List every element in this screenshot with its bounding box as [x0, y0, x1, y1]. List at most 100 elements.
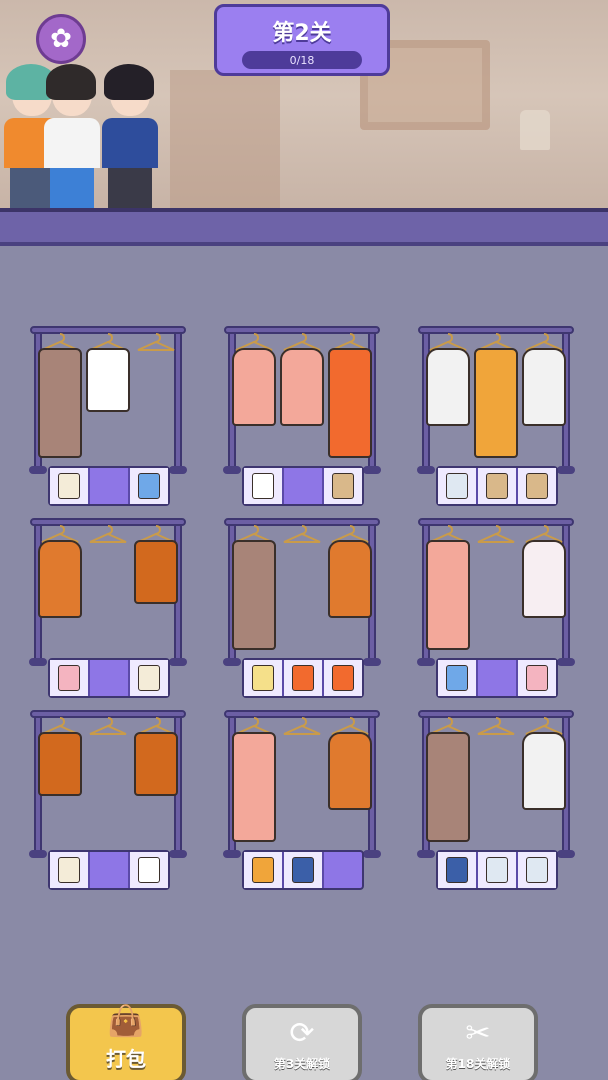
tray-slot[interactable]	[478, 852, 518, 888]
garment-skirt[interactable]	[426, 540, 470, 650]
tray-item-skirt[interactable]	[138, 665, 160, 691]
tray-item-skirt[interactable]	[58, 857, 80, 883]
garment-top[interactable]	[38, 540, 82, 618]
garment-pants[interactable]	[232, 540, 276, 650]
tray-item-vest[interactable]	[446, 857, 468, 883]
tray-slot[interactable]	[130, 468, 168, 504]
tray-slot[interactable]	[478, 660, 518, 696]
tray-item-skirt[interactable]	[138, 473, 160, 499]
tray-item-top[interactable]	[526, 665, 548, 691]
tray-slot[interactable]	[284, 660, 324, 696]
garment-top[interactable]	[328, 732, 372, 810]
garment-overalls[interactable]	[474, 348, 518, 458]
clothing-rack-1[interactable]	[29, 326, 187, 512]
clothing-rack-5[interactable]	[223, 518, 381, 704]
customer-character-2	[40, 64, 102, 212]
tray-slot[interactable]	[50, 852, 90, 888]
tray-item-overalls[interactable]	[252, 857, 274, 883]
tray-item-pants[interactable]	[292, 665, 314, 691]
tray-slot[interactable]	[130, 852, 168, 888]
tray-item-skirt[interactable]	[446, 665, 468, 691]
tray-slot[interactable]	[244, 468, 284, 504]
hanger-icon	[136, 332, 176, 352]
garment-shorts[interactable]	[134, 732, 178, 796]
tray-slot[interactable]	[438, 468, 478, 504]
tray-slot[interactable]	[90, 468, 130, 504]
tray-slot[interactable]	[518, 852, 556, 888]
tray-slot[interactable]	[324, 660, 362, 696]
settings-button[interactable]: ✿	[36, 14, 86, 64]
tray-slot[interactable]	[324, 852, 362, 888]
garment-shorts[interactable]	[86, 348, 130, 412]
clothing-rack-3[interactable]	[417, 326, 575, 512]
garment-pants[interactable]	[426, 732, 470, 842]
tray-item-shirt[interactable]	[446, 473, 468, 499]
clothing-rack-2[interactable]	[223, 326, 381, 512]
customer-character-3	[98, 64, 160, 212]
tray-slot[interactable]	[284, 468, 324, 504]
garment-top[interactable]	[280, 348, 324, 426]
garment-top[interactable]	[522, 348, 566, 426]
tray-slot[interactable]	[438, 852, 478, 888]
tray-slot[interactable]	[244, 660, 284, 696]
garment-shorts[interactable]	[38, 732, 82, 796]
tray-item-pants[interactable]	[332, 665, 354, 691]
tray-item-shorts[interactable]	[138, 857, 160, 883]
rack-foot	[363, 466, 381, 474]
rack-foot	[223, 850, 241, 858]
garment-pants[interactable]	[38, 348, 82, 458]
refresh-button-locked[interactable]: ⟳ 第3关解锁	[242, 1004, 362, 1080]
tray-item-top[interactable]	[252, 665, 274, 691]
tray-slot[interactable]	[438, 660, 478, 696]
refresh-arrows-icon: ⟳	[289, 1016, 315, 1051]
scissors-icon: ✂	[465, 1016, 491, 1051]
tray-slot[interactable]	[518, 660, 556, 696]
tray-slot[interactable]	[90, 852, 130, 888]
tray-slot[interactable]	[478, 468, 518, 504]
tray-item-top[interactable]	[58, 665, 80, 691]
garment-pants[interactable]	[328, 348, 372, 458]
garment-top[interactable]	[232, 348, 276, 426]
tray-slot[interactable]	[324, 468, 362, 504]
tray-item-pants[interactable]	[292, 857, 314, 883]
scissors-button-locked[interactable]: ✂ 第18关解锁	[418, 1004, 538, 1080]
rack-foot	[363, 850, 381, 858]
garment-top[interactable]	[522, 732, 566, 810]
tray-slot[interactable]	[518, 468, 556, 504]
tray-item-jacket[interactable]	[332, 473, 354, 499]
garment-top[interactable]	[328, 540, 372, 618]
pack-button[interactable]: 👜 打包	[66, 1004, 186, 1080]
tray-slot[interactable]	[244, 852, 284, 888]
level-progress: 0/18	[242, 51, 362, 69]
tray-slot[interactable]	[284, 852, 324, 888]
tray-item-shirt[interactable]	[252, 473, 274, 499]
tray-slot[interactable]	[50, 660, 90, 696]
rack-foot	[169, 850, 187, 858]
rack-foot	[29, 658, 47, 666]
level-title: 第2关	[272, 21, 332, 46]
clothing-rack-8[interactable]	[223, 710, 381, 896]
clothing-rack-6[interactable]	[417, 518, 575, 704]
tray-slot[interactable]	[90, 660, 130, 696]
tray-slot[interactable]	[130, 660, 168, 696]
garment-shorts[interactable]	[134, 540, 178, 604]
rack-foot	[417, 850, 435, 858]
rack-tray	[436, 658, 558, 698]
tray-item-shirt[interactable]	[526, 857, 548, 883]
background-door	[170, 70, 280, 212]
tray-item-shirt[interactable]	[486, 857, 508, 883]
shelf-band	[0, 208, 608, 246]
garment-top[interactable]	[426, 348, 470, 426]
clothing-rack-7[interactable]	[29, 710, 187, 896]
tray-item-jacket[interactable]	[526, 473, 548, 499]
flower-gear-icon: ✿	[50, 24, 72, 54]
tray-item-jacket[interactable]	[486, 473, 508, 499]
garment-skirt[interactable]	[232, 732, 276, 842]
rack-tray	[48, 658, 170, 698]
tray-slot[interactable]	[50, 468, 90, 504]
tray-item-skirt[interactable]	[58, 473, 80, 499]
clothing-rack-4[interactable]	[29, 518, 187, 704]
garment-top[interactable]	[522, 540, 566, 618]
clothing-rack-9[interactable]	[417, 710, 575, 896]
rack-tray	[436, 466, 558, 506]
